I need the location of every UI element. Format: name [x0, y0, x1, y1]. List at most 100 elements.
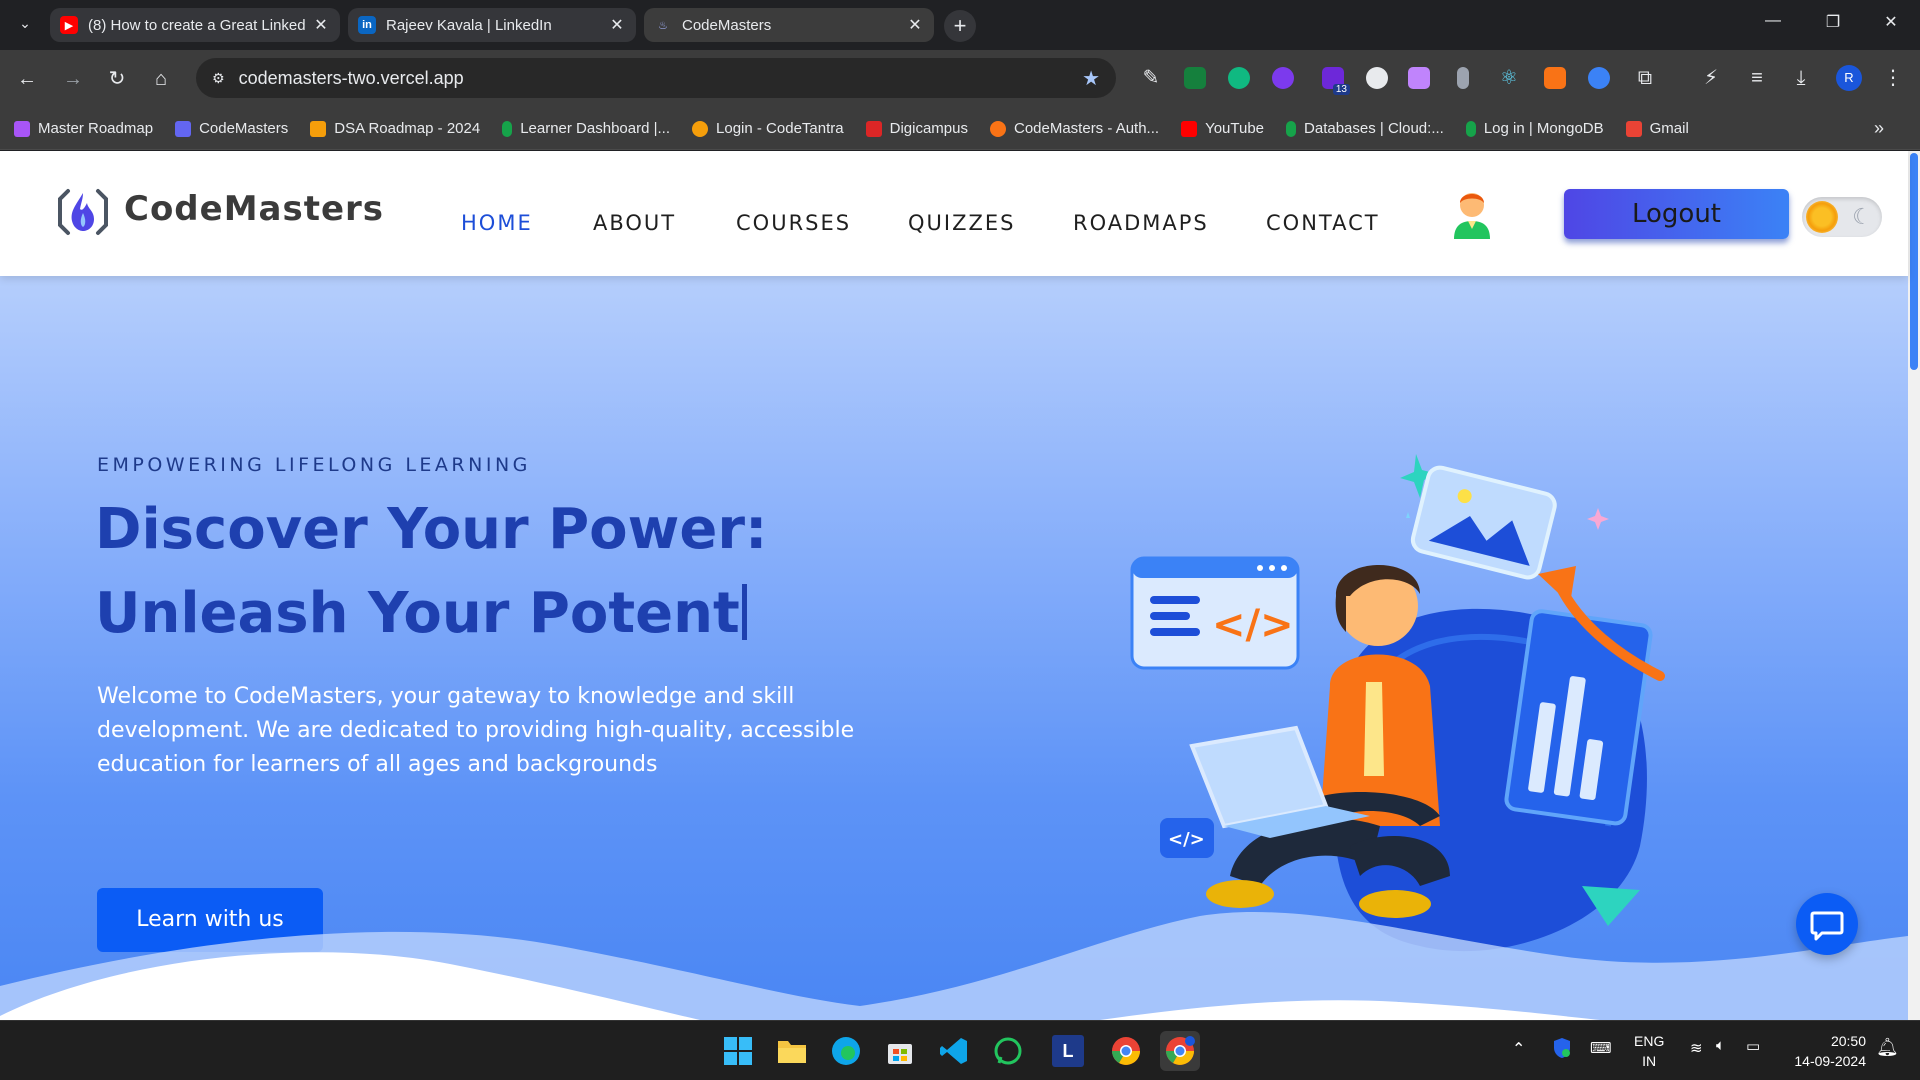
chat-button[interactable] — [1796, 893, 1858, 955]
eyedropper-extension-icon[interactable]: ✎ — [1140, 67, 1162, 89]
whatsapp-icon[interactable] — [988, 1031, 1028, 1071]
site-info-icon[interactable]: ⚙ — [212, 70, 225, 87]
show-hidden-icons-icon[interactable]: ⌃ — [1512, 1039, 1525, 1059]
tab-linkedin[interactable]: in Rajeev Kavala | LinkedIn ✕ — [348, 8, 636, 42]
chat-icon — [1810, 911, 1844, 941]
new-tab-button[interactable]: + — [944, 10, 976, 42]
address-bar[interactable]: ⚙ codemasters-two.vercel.app ★ — [196, 58, 1116, 98]
close-tab-icon[interactable]: ✕ — [312, 15, 330, 35]
browser-tab-strip: ⌄ ▶ (8) How to create a Great Linked ✕ i… — [0, 0, 1920, 50]
moon-icon: ☾ — [1852, 204, 1872, 229]
keyboard-icon[interactable]: ⌨ — [1590, 1039, 1612, 1057]
hero-eyebrow: EMPOWERING LIFELONG LEARNING — [97, 454, 531, 476]
extension-icon[interactable] — [1228, 67, 1250, 89]
tab-search-dropdown-icon[interactable]: ⌄ — [14, 12, 36, 34]
bookmark-icon — [14, 120, 30, 137]
extensions-puzzle-icon[interactable]: ⧉ — [1634, 67, 1656, 89]
bookmark-databases[interactable]: Databases | Cloud:... — [1286, 120, 1444, 137]
codemasters-logo-icon[interactable] — [54, 183, 112, 241]
tab-codemasters[interactable]: ♨ CodeMasters ✕ — [644, 8, 934, 42]
close-tab-icon[interactable]: ✕ — [608, 15, 626, 35]
chrome-menu-icon[interactable]: ⋮ — [1882, 67, 1904, 89]
more-bookmarks-icon[interactable]: » — [1874, 118, 1884, 139]
firebase-icon — [989, 120, 1006, 137]
chrome-profile-icon[interactable] — [1160, 1031, 1200, 1071]
extension-badge-icon[interactable]: 13 — [1322, 67, 1350, 95]
extension-icon[interactable] — [1544, 67, 1566, 89]
linkedin-icon: in — [358, 16, 376, 34]
bookmark-label: Learner Dashboard |... — [520, 120, 671, 137]
bookmark-digicampus[interactable]: Digicampus — [865, 120, 968, 137]
hero-description: Welcome to CodeMasters, your gateway to … — [97, 684, 855, 777]
page-viewport: CodeMasters HOME ABOUT COURSES QUIZZES R… — [0, 151, 1920, 1020]
nav-quizzes[interactable]: QUIZZES — [908, 211, 1015, 235]
nav-home[interactable]: HOME — [461, 211, 533, 235]
bookmark-codemasters-auth[interactable]: CodeMasters - Auth... — [989, 120, 1159, 137]
extension-icon[interactable] — [1184, 67, 1206, 89]
home-icon[interactable]: ⌂ — [146, 64, 176, 94]
gear-icon — [692, 120, 709, 137]
tab-youtube[interactable]: ▶ (8) How to create a Great Linked ✕ — [50, 8, 340, 42]
file-explorer-icon[interactable] — [772, 1031, 812, 1071]
nav-courses[interactable]: COURSES — [736, 211, 851, 235]
bookmarks-bar: Master Roadmap CodeMasters DSA Roadmap -… — [0, 108, 1920, 150]
close-tab-icon[interactable]: ✕ — [906, 15, 924, 35]
bookmark-label: Log in | MongoDB — [1483, 120, 1604, 137]
store-icon[interactable] — [880, 1031, 920, 1071]
windows-start-icon[interactable] — [718, 1031, 758, 1071]
bookmark-mongodb[interactable]: Log in | MongoDB — [1465, 120, 1604, 137]
volume-icon[interactable]: 🔈︎ — [1716, 1037, 1725, 1054]
sun-icon — [1806, 201, 1838, 233]
reload-icon[interactable]: ↻ — [102, 64, 132, 94]
minimize-icon[interactable]: — — [1758, 12, 1788, 30]
nav-roadmaps[interactable]: ROADMAPS — [1073, 211, 1209, 235]
performance-icon[interactable]: ⚡ — [1700, 67, 1722, 89]
clock[interactable]: 20:50 14-09-2024 — [1786, 1031, 1866, 1071]
tab-title: (8) How to create a Great Linked — [88, 16, 306, 34]
edge-icon[interactable] — [826, 1031, 866, 1071]
nav-contact[interactable]: CONTACT — [1266, 211, 1380, 235]
extension-icon[interactable] — [1588, 67, 1610, 89]
extension-icon[interactable] — [1366, 67, 1388, 89]
extension-icon[interactable] — [1408, 67, 1430, 89]
forward-icon[interactable]: → — [58, 64, 88, 94]
language-indicator[interactable]: ENG IN — [1634, 1031, 1664, 1071]
bookmark-label: Databases | Cloud:... — [1304, 120, 1444, 137]
extension-icon[interactable] — [1457, 67, 1469, 89]
brand-name[interactable]: CodeMasters — [124, 189, 384, 229]
vscode-icon[interactable] — [934, 1031, 974, 1071]
nav-about[interactable]: ABOUT — [593, 211, 676, 235]
bookmark-label: DSA Roadmap - 2024 — [334, 120, 481, 137]
l-app-icon[interactable]: L — [1052, 1035, 1084, 1067]
bookmark-dsa-roadmap[interactable]: DSA Roadmap - 2024 — [310, 120, 480, 137]
profile-avatar[interactable]: R — [1836, 65, 1862, 91]
restore-icon[interactable]: ❐ — [1818, 12, 1848, 32]
battery-icon[interactable]: ▭ — [1746, 1037, 1760, 1055]
bookmark-master-roadmap[interactable]: Master Roadmap — [14, 120, 153, 137]
security-shield-icon[interactable] — [1552, 1037, 1572, 1063]
react-devtools-icon[interactable]: ⚛ — [1498, 67, 1520, 89]
media-controls-icon[interactable]: ≡ — [1746, 67, 1768, 89]
close-window-icon[interactable]: ✕ — [1876, 12, 1906, 32]
bookmark-codemasters[interactable]: CodeMasters — [175, 120, 288, 137]
bookmark-learner-dashboard[interactable]: Learner Dashboard |... — [502, 120, 670, 137]
bookmark-codetantra[interactable]: Login - CodeTantra — [692, 120, 844, 137]
page-scrollbar-thumb[interactable] — [1910, 153, 1918, 370]
user-avatar-icon[interactable] — [1450, 185, 1494, 239]
tab-title: CodeMasters — [682, 16, 772, 34]
logout-button[interactable]: Logout — [1564, 189, 1789, 239]
wifi-icon[interactable]: ≋ — [1690, 1039, 1703, 1057]
theme-toggle[interactable]: ☾ — [1802, 197, 1882, 237]
downloads-icon[interactable]: ⤓ — [1790, 67, 1812, 89]
bookmark-youtube[interactable]: YouTube — [1181, 120, 1264, 137]
back-icon[interactable]: ← — [12, 64, 42, 94]
youtube-icon: ▶ — [60, 16, 78, 34]
bookmark-star-icon[interactable]: ★ — [1082, 66, 1100, 91]
bookmark-icon — [175, 120, 192, 137]
chrome-icon[interactable] — [1106, 1031, 1146, 1071]
bookmark-gmail[interactable]: Gmail — [1625, 120, 1689, 137]
notification-bell-icon[interactable]: 🔔︎ — [1876, 1037, 1899, 1058]
extension-icon[interactable] — [1272, 67, 1294, 89]
leaf-icon — [1286, 120, 1297, 137]
bookmark-icon — [865, 120, 882, 137]
